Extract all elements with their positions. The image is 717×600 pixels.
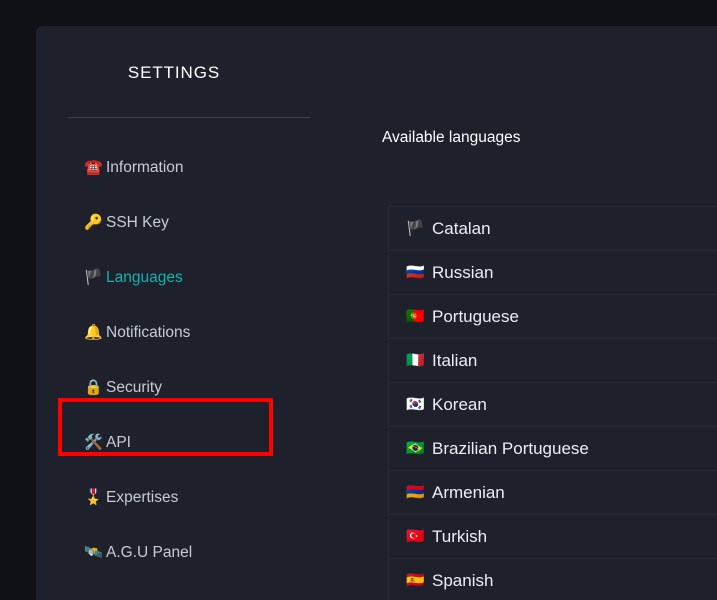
satellite-icon: 🛰️	[84, 544, 103, 561]
tools-icon: 🛠️	[84, 434, 103, 451]
sidebar-divider	[68, 117, 310, 118]
language-row[interactable]: 🇧🇷 Brazilian Portuguese	[389, 427, 717, 471]
sidebar-item-label: A.G.U Panel	[106, 543, 193, 561]
sidebar-item-a-g-u-panel[interactable]: 🛰️ A.G.U Panel	[36, 539, 346, 566]
settings-card: SETTINGS ☎️ Information 🔑 SSH Key 🏴 Languages…	[36, 26, 717, 600]
language-name: Armenian	[432, 483, 505, 502]
telephone-icon: ☎️	[84, 159, 103, 176]
sidebar-item-security[interactable]: 🔒 Security	[36, 374, 346, 401]
key-icon: 🔑	[84, 214, 103, 231]
language-name: Portuguese	[432, 307, 519, 326]
sidebar-item-languages[interactable]: 🏴 Languages	[36, 264, 346, 291]
language-name: Korean	[432, 395, 487, 414]
bell-icon: 🔔	[84, 324, 103, 341]
language-row[interactable]: 🇹🇷 Turkish	[389, 515, 717, 559]
sidebar-item-ssh-key[interactable]: 🔑 SSH Key	[36, 209, 346, 236]
flag-spain-icon: 🇪🇸	[406, 572, 425, 589]
language-row[interactable]: 🇦🇲 Armenian	[389, 471, 717, 515]
language-name: Catalan	[432, 219, 491, 238]
flag-icon: 🏴	[84, 269, 103, 286]
sidebar-item-label: API	[106, 433, 131, 451]
sidebar-item-api[interactable]: 🛠️ API	[36, 429, 346, 456]
sidebar-item-notifications[interactable]: 🔔 Notifications	[36, 319, 346, 346]
flag-russia-icon: 🇷🇺	[406, 264, 425, 281]
sidebar-item-expertises[interactable]: 🎖️ Expertises	[36, 484, 346, 511]
language-list: 🏴 Catalan 🇷🇺 Russian 🇵🇹 Portuguese 🇮🇹 Italian 🇰🇷…	[388, 206, 717, 600]
language-row[interactable]: 🇵🇹 Portuguese	[389, 295, 717, 339]
language-name: Russian	[432, 263, 494, 282]
language-row[interactable]: 🇰🇷 Korean	[389, 383, 717, 427]
languages-panel: Available languages 🏴 Catalan 🇷🇺 Russian 🇵🇹 P…	[346, 26, 717, 600]
settings-sidebar: SETTINGS ☎️ Information 🔑 SSH Key 🏴 Languages…	[36, 26, 346, 600]
sidebar-item-label: Security	[106, 378, 162, 396]
flag-south-korea-icon: 🇰🇷	[406, 396, 425, 413]
language-row[interactable]: 🇷🇺 Russian	[389, 251, 717, 295]
lock-icon: 🔒	[84, 379, 103, 396]
sidebar-nav: ☎️ Information 🔑 SSH Key 🏴 Languages 🔔 Notifica…	[36, 154, 346, 594]
flag-brazil-icon: 🇧🇷	[406, 440, 425, 457]
available-languages-heading: Available languages	[382, 129, 521, 146]
sidebar-item-information[interactable]: ☎️ Information	[36, 154, 346, 181]
language-name: Italian	[432, 351, 478, 370]
flag-armenia-icon: 🇦🇲	[406, 484, 425, 501]
sidebar-item-label: Information	[106, 158, 184, 176]
medal-icon: 🎖️	[84, 489, 103, 506]
sidebar-item-label: Notifications	[106, 323, 191, 341]
sidebar-item-label: Expertises	[106, 488, 179, 506]
flag-catalonia-icon: 🏴	[406, 220, 425, 237]
language-row[interactable]: 🇪🇸 Spanish	[389, 559, 717, 600]
language-name: Brazilian Portuguese	[432, 439, 589, 458]
language-name: Spanish	[432, 571, 494, 590]
flag-turkey-icon: 🇹🇷	[406, 528, 425, 545]
language-row[interactable]: 🏴 Catalan	[389, 207, 717, 251]
sidebar-item-label: SSH Key	[106, 213, 169, 231]
flag-portugal-icon: 🇵🇹	[406, 308, 425, 325]
page-title: SETTINGS	[127, 63, 221, 82]
sidebar-item-label: Languages	[106, 268, 183, 286]
language-row[interactable]: 🇮🇹 Italian	[389, 339, 717, 383]
page-root: SETTINGS ☎️ Information 🔑 SSH Key 🏴 Languages…	[0, 0, 717, 600]
flag-italy-icon: 🇮🇹	[406, 352, 425, 369]
language-name: Turkish	[432, 527, 488, 546]
